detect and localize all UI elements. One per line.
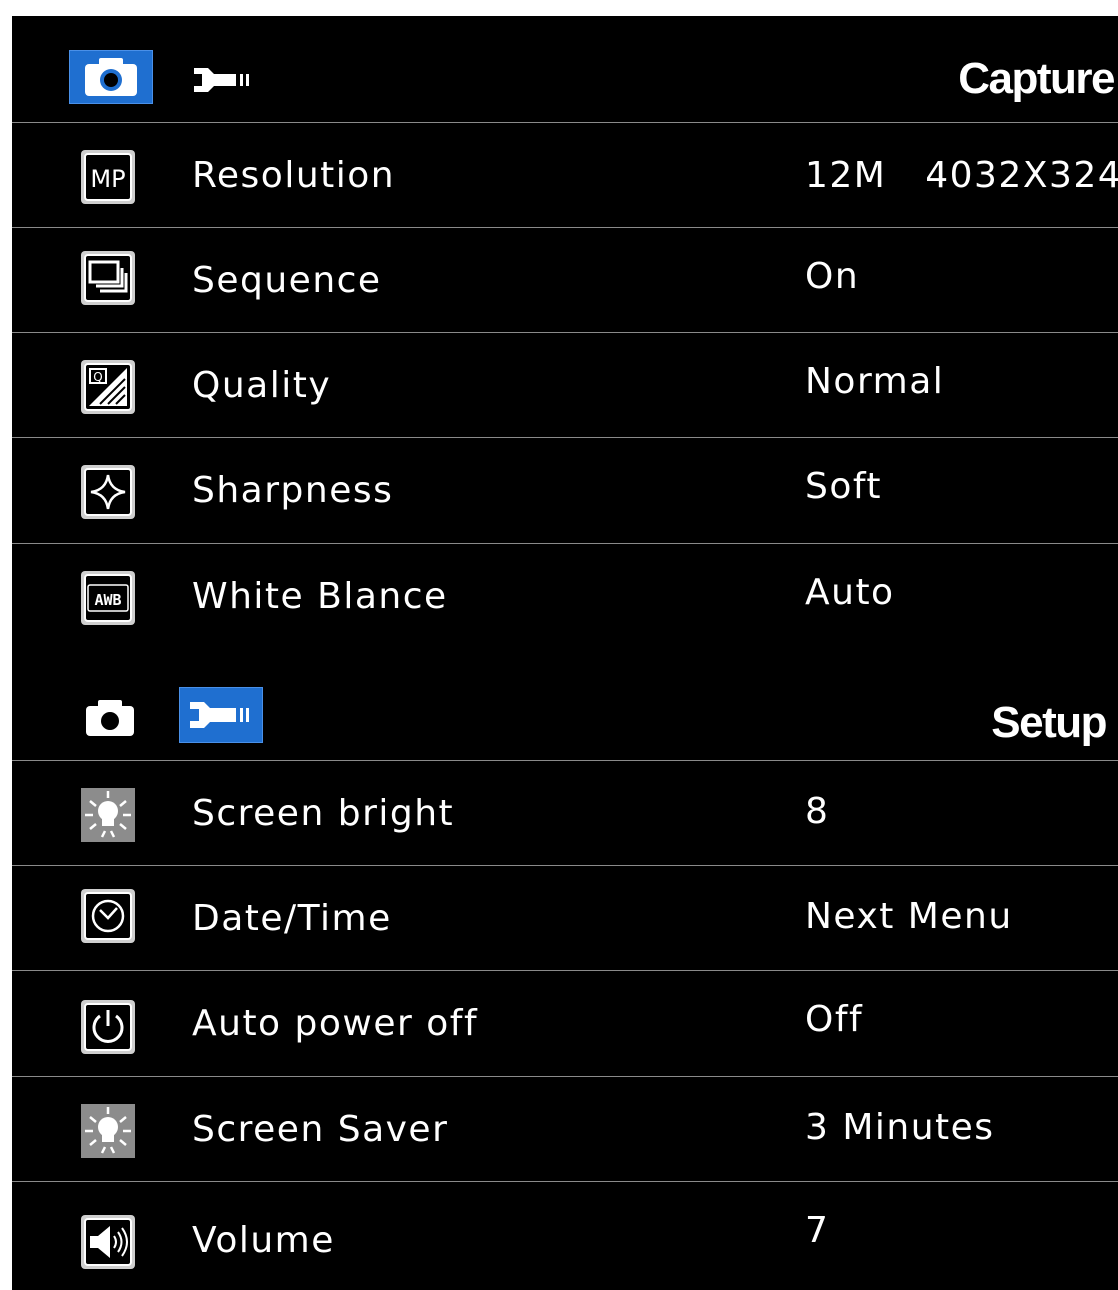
white-balance-label: White Blance (192, 576, 448, 617)
page-title-capture: Capture (958, 54, 1115, 103)
setting-row-resolution[interactable]: MP Resolution 12M 4032X324 (12, 122, 1118, 228)
setting-row-screen-saver[interactable]: Screen Saver 3 Minutes (12, 1076, 1118, 1182)
setting-row-auto-power-off[interactable]: Auto power off Off (12, 970, 1118, 1076)
quality-icon: Q (80, 359, 136, 415)
awb-icon: AWB (80, 570, 136, 626)
screen-bright-value: 8 (805, 791, 830, 832)
page-title-setup: Setup (991, 698, 1107, 747)
quality-value: Normal (805, 361, 945, 402)
camera-menu-panel: Capture MP Resolution 12M 4032X324 Seque… (12, 16, 1118, 1290)
screen-saver-label: Screen Saver (192, 1109, 449, 1150)
setting-row-sequence[interactable]: Sequence On (12, 227, 1118, 333)
sequence-value: On (805, 256, 860, 297)
screen-saver-value: 3 Minutes (805, 1107, 995, 1148)
screen-brightness-icon (80, 787, 136, 843)
sequence-frames-icon (80, 250, 136, 306)
wrench-icon (180, 702, 262, 746)
camera-icon (82, 700, 138, 742)
camera-icon (70, 58, 152, 107)
tab-capture[interactable] (82, 698, 138, 738)
sharpness-icon (80, 464, 136, 520)
tab-capture[interactable] (69, 50, 153, 104)
volume-value: 7 (805, 1210, 830, 1251)
svg-text:AWB: AWB (94, 591, 121, 609)
sharpness-label: Sharpness (192, 470, 394, 511)
quality-label: Quality (192, 365, 332, 406)
mp-resolution-icon: MP (80, 149, 136, 205)
setup-header: Setup (12, 648, 1118, 760)
auto-power-off-label: Auto power off (192, 1003, 479, 1044)
setting-row-quality[interactable]: Q Quality Normal (12, 332, 1118, 438)
screen-bright-label: Screen bright (192, 793, 455, 834)
setting-row-sharpness[interactable]: Sharpness Soft (12, 437, 1118, 543)
capture-header: Capture (12, 16, 1118, 122)
wrench-icon (188, 68, 268, 104)
sharpness-value: Soft (805, 466, 883, 507)
power-icon (80, 999, 136, 1055)
setting-row-volume[interactable]: Volume 7 (12, 1181, 1118, 1287)
tab-setup[interactable] (179, 687, 263, 743)
resolution-value: 12M 4032X324 (805, 155, 1118, 196)
setting-row-white-balance[interactable]: AWB White Blance Auto (12, 543, 1118, 649)
setting-row-date-time[interactable]: Date/Time Next Menu (12, 865, 1118, 971)
screen-saver-icon (80, 1103, 136, 1159)
tab-setup[interactable] (188, 60, 268, 100)
clock-icon (80, 888, 136, 944)
resolution-label: Resolution (192, 155, 396, 196)
speaker-icon (80, 1214, 136, 1270)
auto-power-off-value: Off (805, 999, 864, 1040)
date-time-value: Next Menu (805, 896, 1013, 937)
svg-text:MP: MP (90, 165, 125, 193)
setting-row-screen-bright[interactable]: Screen bright 8 (12, 760, 1118, 866)
sequence-label: Sequence (192, 260, 382, 301)
volume-label: Volume (192, 1220, 335, 1261)
white-balance-value: Auto (805, 572, 895, 613)
svg-text:Q: Q (93, 370, 102, 384)
date-time-label: Date/Time (192, 898, 392, 939)
